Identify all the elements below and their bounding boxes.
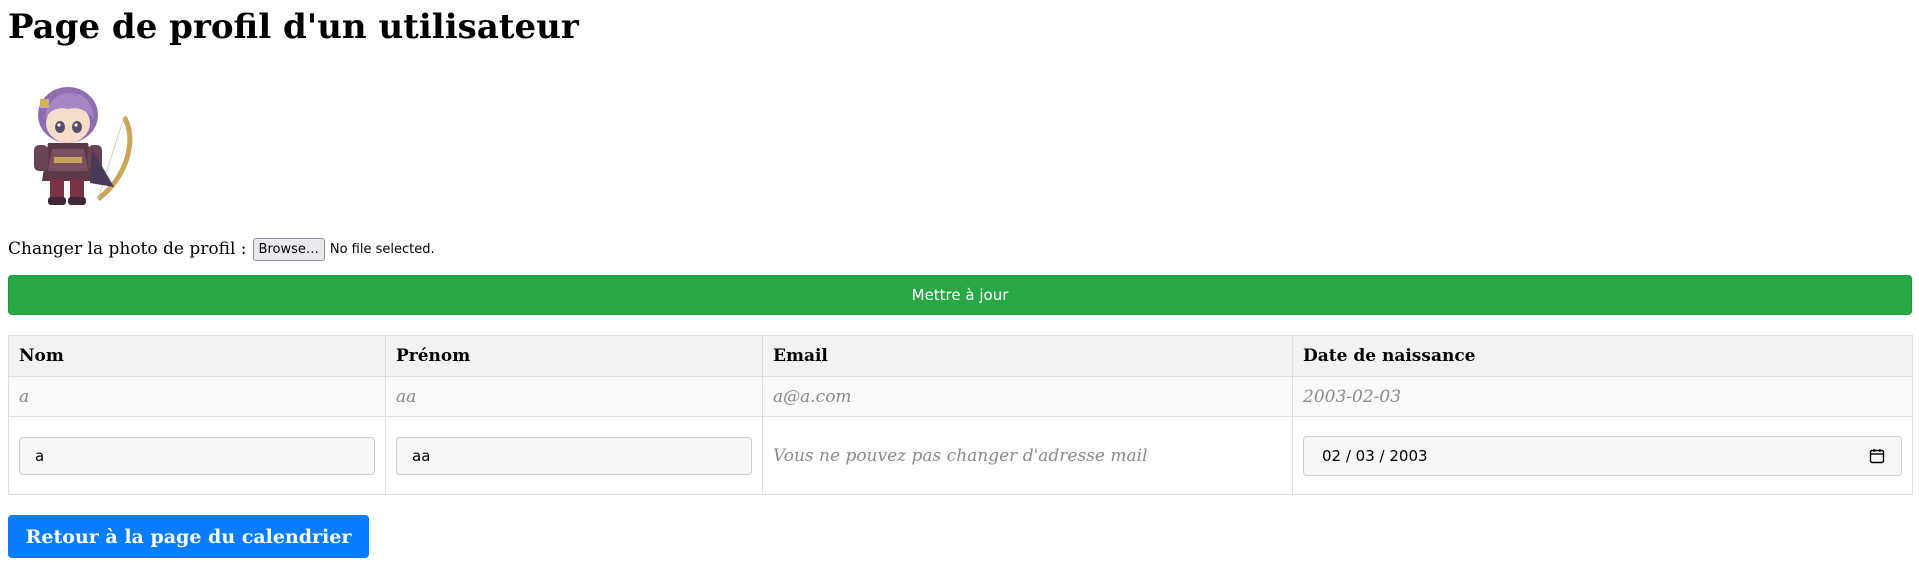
- avatar: [34, 87, 133, 205]
- date-value: 02 / 03 / 2003: [1322, 446, 1428, 465]
- profile-page: Page de profil d'un utilisateur Changer …: [8, 0, 1913, 558]
- page-title: Page de profil d'un utilisateur: [8, 7, 579, 47]
- browse-button[interactable]: Browse…: [252, 237, 325, 261]
- date-input[interactable]: 02 / 03 / 2003: [1303, 435, 1902, 476]
- nom-input[interactable]: [19, 436, 375, 475]
- profile-table: Nom Prénom Email Date de naissance a aa …: [8, 335, 1913, 495]
- calendar-icon[interactable]: [1869, 448, 1885, 464]
- cell-nom-edit: [8, 416, 386, 495]
- table-row-edit: Vous ne pouvez pas changer d'adresse mai…: [8, 416, 1913, 495]
- cell-prenom: aa: [385, 376, 763, 417]
- upload-row: Changer la photo de profil : Browse… No …: [8, 236, 435, 262]
- header-prenom: Prénom: [385, 335, 763, 377]
- cell-nom: a: [8, 376, 386, 417]
- cell-email: a@a.com: [762, 376, 1293, 417]
- cell-date-edit: 02 / 03 / 2003: [1292, 416, 1913, 495]
- prenom-input[interactable]: [396, 436, 752, 475]
- header-email: Email: [762, 335, 1293, 377]
- cell-email-edit: Vous ne pouvez pas changer d'adresse mai…: [762, 416, 1293, 495]
- email-note: Vous ne pouvez pas changer d'adresse mai…: [773, 445, 1148, 466]
- header-nom: Nom: [8, 335, 386, 377]
- back-to-calendar-button[interactable]: Retour à la page du calendrier: [8, 515, 369, 558]
- file-status: No file selected.: [329, 241, 435, 257]
- table-row: a aa a@a.com 2003-02-03: [8, 376, 1913, 417]
- upload-label: Changer la photo de profil :: [8, 239, 247, 259]
- cell-date-naissance: 2003-02-03: [1292, 376, 1913, 417]
- header-date-naissance: Date de naissance: [1292, 335, 1913, 377]
- update-button[interactable]: Mettre à jour: [8, 275, 1912, 315]
- cell-prenom-edit: [385, 416, 763, 495]
- table-header-row: Nom Prénom Email Date de naissance: [8, 335, 1913, 377]
